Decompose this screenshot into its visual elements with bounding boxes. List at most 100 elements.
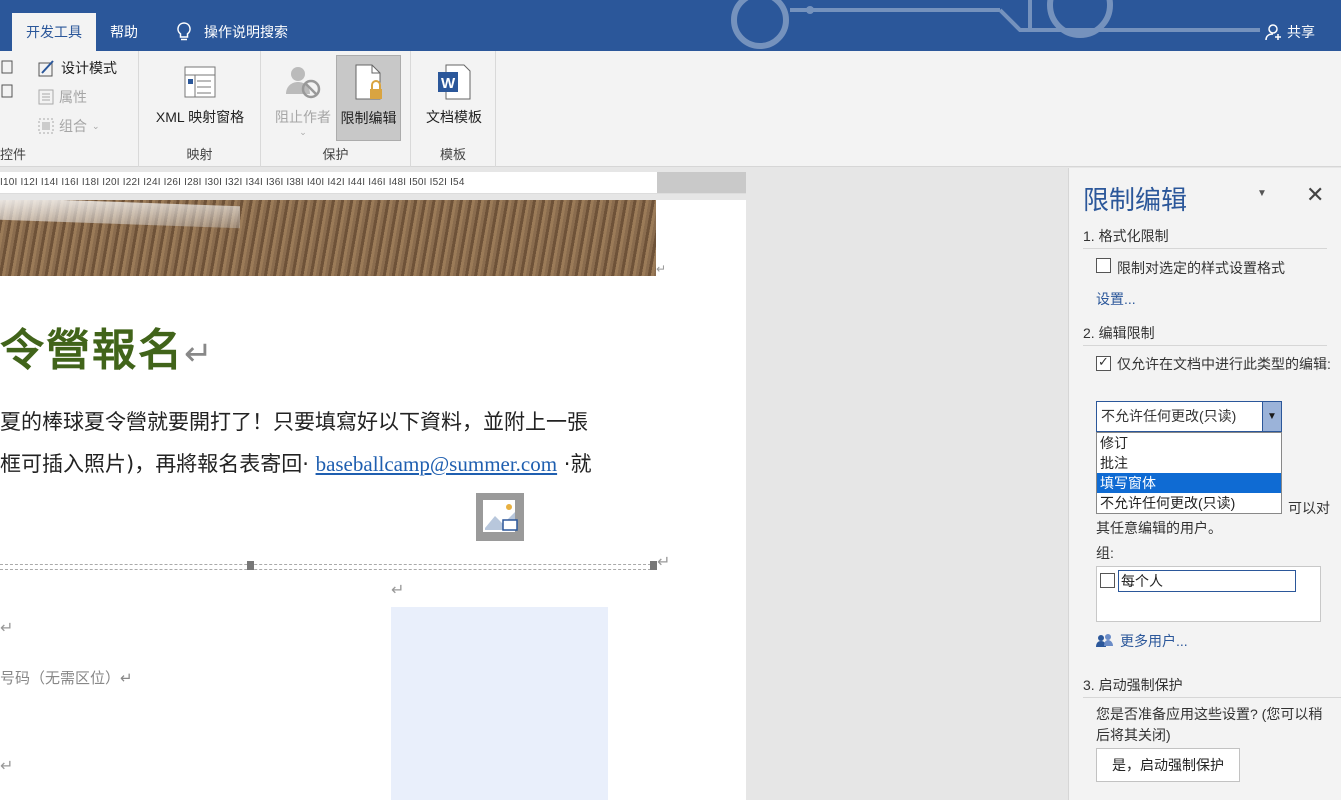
allow-only-label: 仅允许在文档中进行此类型的编辑: — [1117, 356, 1331, 372]
ribbon-group-mapping: XML 映射窗格 映射 — [139, 51, 261, 167]
exceptions-text-tail: 可以对 — [1288, 500, 1330, 516]
option-no-changes[interactable]: 不允许任何更改(只读) — [1097, 493, 1281, 513]
group-icon — [38, 118, 54, 134]
document-title[interactable]: 令營報名↵ — [0, 314, 215, 378]
more-users-label: 更多用户... — [1120, 633, 1188, 649]
document-template-label: 文档模板 — [426, 109, 482, 125]
share-label: 共享 — [1287, 24, 1315, 40]
editing-type-select[interactable]: 不允许任何更改(只读) ▼ — [1096, 401, 1282, 432]
group-button[interactable]: 组合 ⌄ — [38, 115, 100, 137]
more-users-link[interactable]: 更多用户... — [1096, 631, 1188, 651]
paragraph-mark: ↵ — [656, 262, 667, 276]
insert-picture-icon[interactable] — [476, 493, 524, 541]
mapping-group-label: 映射 — [186, 147, 213, 162]
properties-label: 属性 — [59, 89, 87, 105]
restrict-editing-icon — [355, 64, 382, 100]
resize-handle[interactable] — [650, 561, 657, 570]
picture-content-control[interactable] — [391, 607, 608, 800]
start-enforcing-protection-button[interactable]: 是，启动强制保护 — [1096, 748, 1240, 782]
paragraph-mark: ↵ — [657, 554, 671, 571]
paragraph-mark: ↵ — [391, 582, 405, 599]
xml-mapping-pane-button[interactable]: XML 映射窗格 — [149, 55, 251, 141]
decorative-circuit-pattern — [731, 0, 1260, 49]
tell-me-label: 操作说明搜索 — [204, 24, 288, 40]
option-filling-forms[interactable]: 填写窗体 — [1097, 473, 1281, 493]
body-line-2[interactable]: 框可插入照片)，再將報名表寄回· baseballcamp@summer.com… — [0, 448, 591, 478]
tab-help[interactable]: 帮助 — [98, 13, 150, 51]
xml-mapping-icon — [184, 66, 216, 98]
format-restrict-checkbox[interactable] — [1096, 258, 1111, 273]
editing-type-options: 修订 批注 填写窗体 不允许任何更改(只读) — [1096, 432, 1282, 514]
design-mode-button[interactable]: 设计模式 — [38, 57, 117, 79]
dropdown-arrow-icon[interactable]: ▼ — [1262, 402, 1281, 431]
groups-label: 组: — [1096, 545, 1114, 561]
properties-icon — [38, 89, 54, 105]
phone-field-label: 号码（无需区位）↵ — [0, 670, 133, 687]
tab-tell-me-search[interactable]: 操作说明搜索 — [164, 13, 300, 51]
svg-text:W: W — [441, 75, 456, 92]
ribbon-tab-bar: 开发工具 帮助 操作说明搜索 共享 — [0, 0, 1341, 51]
paragraph-mark: ↵ — [0, 620, 14, 637]
control-icon — [1, 60, 13, 98]
lightbulb-icon — [177, 22, 191, 41]
table-border — [0, 564, 656, 570]
email-link[interactable]: baseballcamp@summer.com — [316, 452, 558, 476]
restrict-editing-button[interactable]: 限制编辑 — [336, 55, 401, 141]
baseball-field-photo — [0, 200, 656, 276]
allow-only-checkbox[interactable] — [1096, 354, 1111, 371]
section-formatting-restrictions: 1. 格式化限制 — [1083, 226, 1327, 249]
block-authors-button[interactable]: 阻止作者 ⌄ — [270, 55, 336, 141]
everyone-item[interactable]: 每个人 — [1118, 570, 1296, 592]
format-restrict-option[interactable]: 限制对选定的样式设置格式 — [1096, 258, 1285, 278]
chevron-down-icon: ⌄ — [92, 120, 100, 131]
horizontal-ruler: I10I I12I I14I I16I I18I I20I I22I I24I … — [0, 172, 748, 194]
ruler-marks: I10I I12I I14I I16I I18I I20I I22I I24I … — [0, 177, 465, 188]
picture-icon — [483, 500, 518, 532]
editing-type-value: 不允许任何更改(只读) — [1101, 408, 1237, 424]
person-icon — [1265, 24, 1281, 41]
users-icon — [1096, 634, 1113, 647]
section-start-enforcement: 3. 启动强制保护 — [1083, 675, 1341, 698]
format-restrict-label: 限制对选定的样式设置格式 — [1117, 260, 1285, 276]
ribbon-group-templates: W 文档模板 模板 — [411, 51, 496, 167]
ribbon-group-controls: 设计模式 属性 组合 ⌄ 控件 — [0, 51, 139, 167]
templates-group-label: 模板 — [439, 147, 466, 162]
pane-title: 限制编辑 — [1083, 186, 1188, 216]
exceptions-text: 其任意编辑的用户。 — [1096, 520, 1222, 536]
document-template-button[interactable]: W 文档模板 — [419, 55, 489, 141]
word-document-icon: W — [438, 64, 471, 100]
option-comments[interactable]: 批注 — [1097, 453, 1281, 473]
ruler-margin — [657, 172, 748, 193]
resize-handle[interactable] — [247, 561, 254, 570]
design-mode-icon — [38, 60, 54, 77]
protect-group-label: 保护 — [322, 147, 349, 162]
allow-only-option[interactable]: 仅允许在文档中进行此类型的编辑: — [1096, 354, 1332, 374]
tab-developer[interactable]: 开发工具 — [12, 13, 96, 51]
ribbon-group-protect: 阻止作者 ⌄ 限制编辑 保护 — [261, 51, 411, 167]
section-editing-restrictions: 2. 编辑限制 — [1083, 323, 1327, 346]
body-line-1[interactable]: 夏的棒球夏令營就要開打了！只要填寫好以下資料，並附上一張 — [0, 406, 588, 436]
group-label: 组合 — [59, 118, 87, 134]
settings-link[interactable]: 设置... — [1096, 289, 1136, 309]
ribbon: 设计模式 属性 组合 ⌄ 控件 XML 映射窗格 映射 阻止作者 ⌄ 限制编辑 … — [0, 51, 1341, 221]
document-page[interactable]: ↵ 令營報名↵ 夏的棒球夏令營就要開打了！只要填寫好以下資料，並附上一張 框可插… — [0, 200, 746, 800]
xml-mapping-label: XML 映射窗格 — [155, 109, 245, 125]
share-button[interactable]: 共享 — [1265, 13, 1315, 51]
restrict-editing-pane: 限制编辑 ▼ ✕ 1. 格式化限制 限制对选定的样式设置格式 设置... 2. … — [1068, 168, 1341, 800]
body-line-2-tail: ·就 — [563, 452, 592, 476]
pane-options-icon[interactable]: ▼ — [1257, 188, 1267, 199]
paragraph-mark: ↵ — [0, 758, 14, 775]
properties-button[interactable]: 属性 — [38, 86, 87, 108]
block-authors-icon — [286, 67, 321, 99]
design-mode-label: 设计模式 — [61, 60, 117, 76]
close-icon[interactable]: ✕ — [1306, 182, 1324, 208]
option-track-changes[interactable]: 修订 — [1097, 433, 1281, 453]
everyone-checkbox[interactable] — [1100, 573, 1115, 588]
chevron-down-icon: ⌄ — [299, 127, 307, 137]
block-authors-label: 阻止作者 — [275, 109, 331, 125]
document-title-text: 令營報名 — [0, 325, 184, 376]
restrict-editing-label: 限制编辑 — [340, 110, 397, 126]
ready-text: 您是否准备应用这些设置? (您可以稍后将其关闭) — [1096, 706, 1323, 743]
groups-list: 每个人 — [1096, 566, 1321, 622]
body-line-2-text: 框可插入照片)，再將報名表寄回· — [0, 452, 309, 476]
